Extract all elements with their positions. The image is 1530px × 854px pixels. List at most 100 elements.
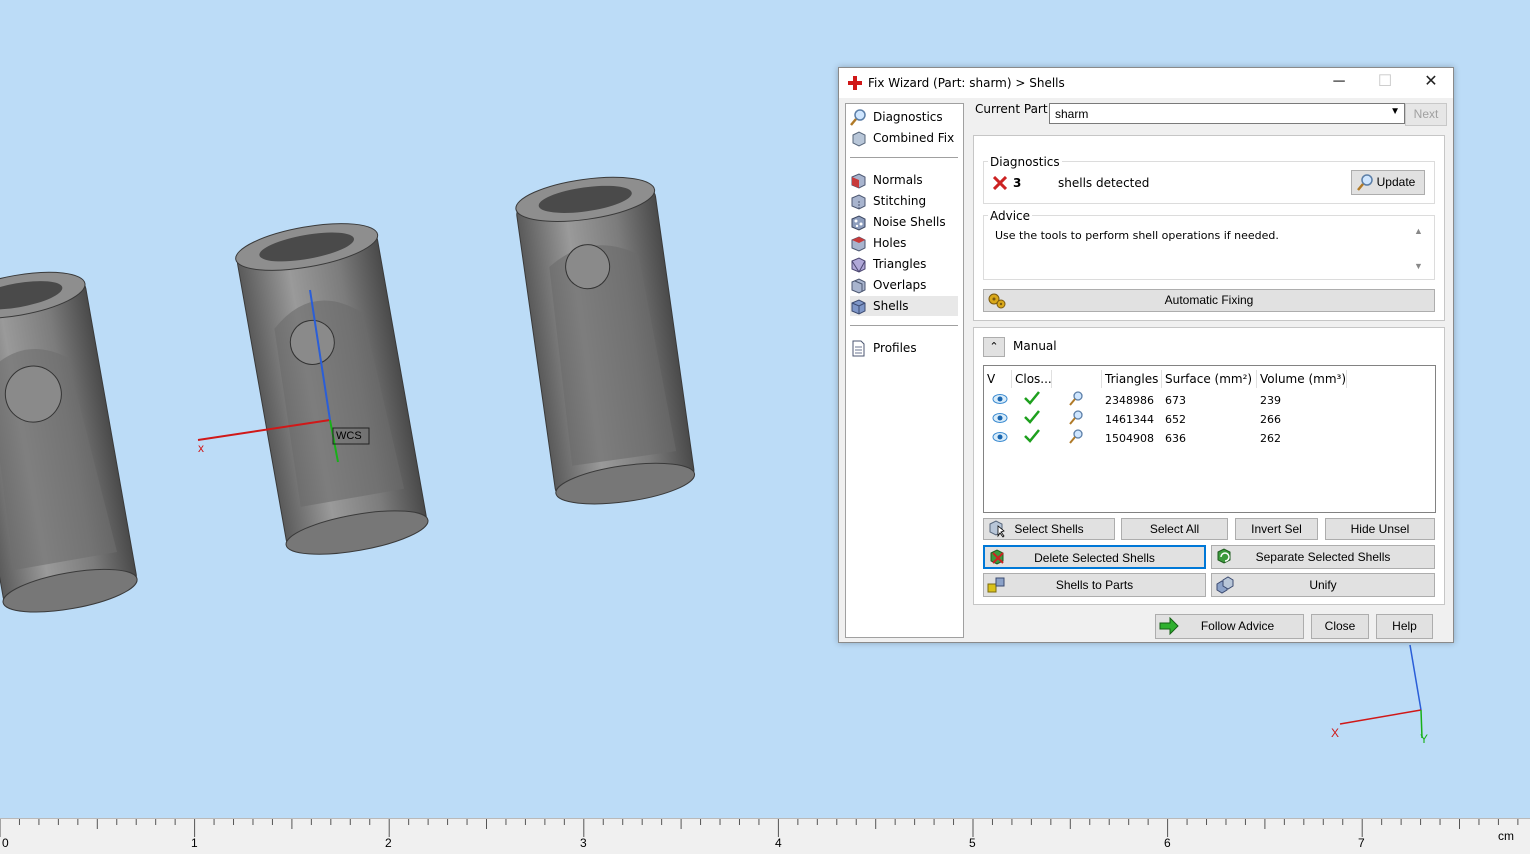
nav-item-label: Noise Shells bbox=[873, 215, 946, 229]
table-row[interactable]: 2348986 673 239 bbox=[984, 391, 1435, 410]
corner-axis-x-label: X bbox=[1331, 726, 1340, 740]
select-shells-label: Select Shells bbox=[1014, 522, 1084, 536]
cell-triangles: 2348986 bbox=[1105, 394, 1154, 407]
nav-item-noise-shells[interactable]: Noise Shells bbox=[850, 212, 958, 232]
invert-sel-button[interactable]: Invert Sel bbox=[1235, 518, 1318, 540]
automatic-fixing-button[interactable]: Automatic Fixing bbox=[983, 289, 1435, 312]
delete-selected-shells-label: Delete Selected Shells bbox=[1034, 551, 1155, 565]
nav-item-overlaps[interactable]: Overlaps bbox=[850, 275, 958, 295]
collapse-manual-button[interactable]: ⌃ bbox=[983, 337, 1005, 357]
shells-to-parts-button[interactable]: Shells to Parts bbox=[983, 573, 1206, 597]
green-arrow-icon bbox=[1159, 617, 1179, 635]
shells-table[interactable]: V Clos... Triangles Surface (mm²) Volume… bbox=[983, 365, 1436, 513]
eye-icon[interactable] bbox=[992, 431, 1008, 443]
nav-item-shells[interactable]: Shells bbox=[850, 296, 958, 316]
zoom-to-shell-icon[interactable] bbox=[1068, 410, 1084, 426]
update-button[interactable]: Update bbox=[1351, 170, 1425, 195]
close-window-button[interactable]: ✕ bbox=[1408, 68, 1454, 98]
separate-selected-shells-button[interactable]: Separate Selected Shells bbox=[1211, 545, 1435, 569]
select-all-button[interactable]: Select All bbox=[1121, 518, 1228, 540]
unify-icon bbox=[1216, 576, 1234, 594]
corner-axes bbox=[1339, 644, 1423, 739]
title-bar[interactable]: Fix Wizard (Part: sharm) > Shells ─ ☐ ✕ bbox=[839, 68, 1453, 98]
update-button-label: Update bbox=[1376, 175, 1416, 189]
wcs-label: WCS bbox=[336, 430, 362, 442]
column-header-action[interactable] bbox=[1052, 370, 1102, 388]
zoom-to-shell-icon[interactable] bbox=[1068, 429, 1084, 445]
separate-cube-icon bbox=[1217, 548, 1231, 564]
current-part-dropdown[interactable]: sharm ▼ bbox=[1049, 103, 1405, 124]
table-row[interactable]: 1504908 636 262 bbox=[984, 429, 1435, 448]
shells-to-parts-icon bbox=[987, 577, 1005, 593]
nav-item-label: Normals bbox=[873, 173, 923, 187]
nav-item-label: Overlaps bbox=[873, 278, 927, 292]
triangles-cube-icon bbox=[851, 256, 866, 273]
gears-icon bbox=[988, 293, 1006, 309]
unify-button[interactable]: Unify bbox=[1211, 573, 1435, 597]
model-cylinder-left[interactable] bbox=[0, 264, 140, 620]
zoom-to-shell-icon[interactable] bbox=[1068, 391, 1084, 407]
nav-item-profiles[interactable]: Profiles bbox=[850, 338, 958, 358]
current-part-label: Current Part: bbox=[975, 102, 1052, 116]
nav-item-combined-fix[interactable]: Combined Fix bbox=[850, 128, 958, 148]
red-cross-icon bbox=[848, 76, 862, 90]
ruler-tick-1: 1 bbox=[191, 836, 198, 850]
ruler-tick-7: 7 bbox=[1358, 836, 1365, 850]
nav-item-label: Diagnostics bbox=[873, 110, 943, 124]
overlaps-cube-icon bbox=[851, 277, 866, 294]
help-button[interactable]: Help bbox=[1376, 614, 1433, 639]
nav-item-triangles[interactable]: Triangles bbox=[850, 254, 958, 274]
ruler-tick-0: 0 bbox=[2, 836, 9, 850]
ruler-tick-4: 4 bbox=[775, 836, 782, 850]
chevron-down-icon: ▼ bbox=[1390, 106, 1400, 117]
model-cylinder-right[interactable] bbox=[513, 170, 697, 511]
ruler-tick-2: 2 bbox=[385, 836, 392, 850]
shells-to-parts-label: Shells to Parts bbox=[1055, 578, 1134, 592]
model-cylinder-middle[interactable] bbox=[232, 215, 431, 563]
cell-volume: 266 bbox=[1260, 413, 1281, 426]
follow-advice-button[interactable]: Follow Advice bbox=[1155, 614, 1304, 639]
column-header-closed[interactable]: Clos... bbox=[1012, 370, 1052, 388]
advice-title: Advice bbox=[988, 209, 1033, 223]
manual-title: Manual bbox=[1013, 339, 1057, 353]
scroll-up-icon[interactable]: ▲ bbox=[1414, 226, 1423, 236]
current-part-value: sharm bbox=[1055, 107, 1089, 121]
magnifier-icon bbox=[850, 108, 866, 126]
separate-selected-shells-label: Separate Selected Shells bbox=[1255, 550, 1391, 564]
ruler-tick-3: 3 bbox=[580, 836, 587, 850]
wizard-nav: Diagnostics Combined Fix Normals Stitchi… bbox=[845, 103, 964, 638]
table-row[interactable]: 1461344 652 266 bbox=[984, 410, 1435, 429]
diagnostics-title: Diagnostics bbox=[988, 155, 1062, 169]
minimize-button[interactable]: ─ bbox=[1316, 68, 1362, 98]
nav-separator bbox=[850, 325, 958, 326]
scroll-down-icon[interactable]: ▼ bbox=[1414, 261, 1423, 271]
cell-triangles: 1504908 bbox=[1105, 432, 1154, 445]
nav-item-label: Stitching bbox=[873, 194, 927, 208]
column-header-visible[interactable]: V bbox=[984, 370, 1012, 388]
nav-item-stitching[interactable]: Stitching bbox=[850, 191, 958, 211]
noise-shells-icon bbox=[851, 214, 866, 231]
delete-cube-icon bbox=[990, 549, 1004, 565]
error-x-icon bbox=[993, 176, 1007, 190]
eye-icon[interactable] bbox=[992, 412, 1008, 424]
column-header-triangles[interactable]: Triangles bbox=[1102, 370, 1162, 388]
close-button[interactable]: Close bbox=[1311, 614, 1369, 639]
eye-icon[interactable] bbox=[992, 393, 1008, 405]
check-icon bbox=[1024, 429, 1040, 443]
select-shells-button[interactable]: Select Shells bbox=[983, 518, 1115, 540]
column-header-volume[interactable]: Volume (mm³) bbox=[1257, 370, 1347, 388]
nav-item-label: Shells bbox=[873, 299, 909, 313]
automatic-fixing-label: Automatic Fixing bbox=[1164, 293, 1254, 307]
cube-icon bbox=[852, 130, 866, 147]
magnifier-icon bbox=[1357, 174, 1373, 191]
nav-item-label: Holes bbox=[873, 236, 907, 250]
nav-item-holes[interactable]: Holes bbox=[850, 233, 958, 253]
advice-text: Use the tools to perform shell operation… bbox=[995, 229, 1279, 242]
delete-selected-shells-button[interactable]: Delete Selected Shells bbox=[983, 545, 1206, 569]
document-icon bbox=[852, 340, 865, 356]
nav-item-normals[interactable]: Normals bbox=[850, 170, 958, 190]
nav-item-diagnostics[interactable]: Diagnostics bbox=[850, 107, 958, 127]
hide-unsel-button[interactable]: Hide Unsel bbox=[1325, 518, 1435, 540]
dialog-title: Fix Wizard (Part: sharm) > Shells bbox=[868, 76, 1065, 90]
column-header-surface[interactable]: Surface (mm²) bbox=[1162, 370, 1257, 388]
